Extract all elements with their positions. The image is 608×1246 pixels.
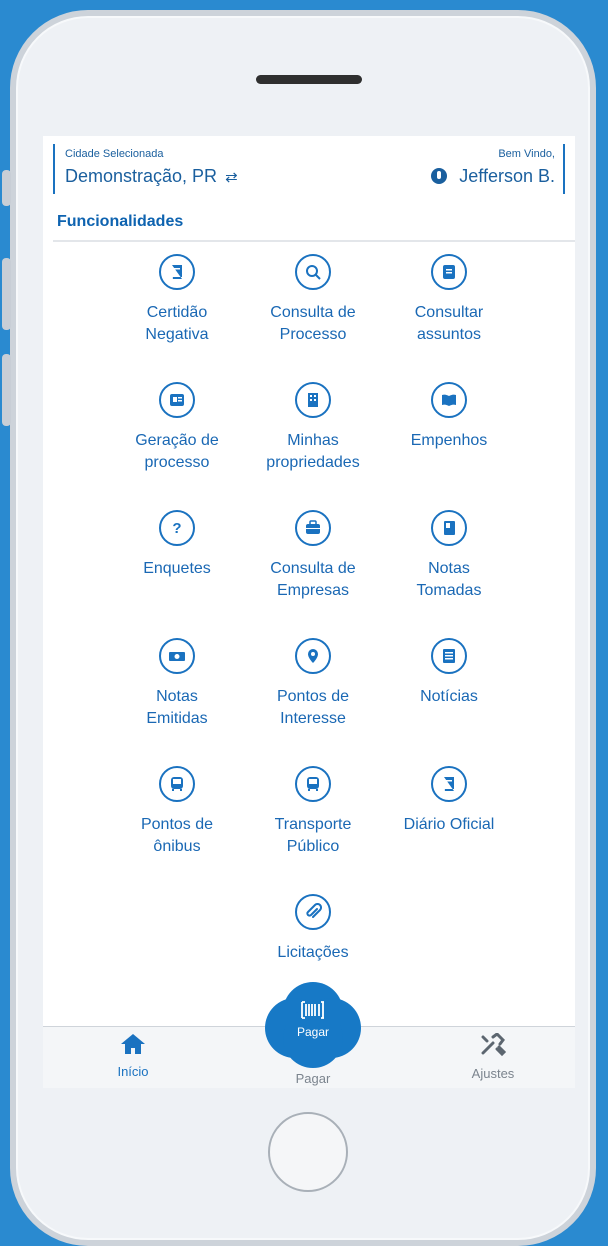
feature-consultar-assuntos[interactable]: Consultar assuntos xyxy=(381,254,517,346)
book-icon xyxy=(159,254,195,290)
feature-notas-tomadas[interactable]: Notas Tomadas xyxy=(381,510,517,602)
feature-label: Minhas propriedades xyxy=(266,432,360,471)
city-selector[interactable]: Cidade Selecionada Demonstração, PR ⇄ xyxy=(53,144,238,194)
briefcase-icon xyxy=(295,510,331,546)
feature-label: Notícias xyxy=(420,688,478,705)
nav-settings[interactable]: Ajustes xyxy=(433,1032,553,1081)
feature-diario-oficial[interactable]: Diário Oficial xyxy=(381,766,517,836)
feature-enquetes[interactable]: ? Enquetes xyxy=(109,510,245,580)
paperclip-icon xyxy=(295,894,331,930)
money-icon xyxy=(159,638,195,674)
feature-noticias[interactable]: Notícias xyxy=(381,638,517,708)
app-screen: Cidade Selecionada Demonstração, PR ⇄ Bem… xyxy=(43,136,575,1088)
user-name: Jefferson B. xyxy=(459,166,555,186)
bus-icon xyxy=(159,766,195,802)
nav-settings-label: Ajustes xyxy=(471,1066,515,1081)
phone-side-button xyxy=(2,170,11,206)
feature-notas-emitidas[interactable]: Notas Emitidas xyxy=(109,638,245,730)
feature-label: Pontos de Interesse xyxy=(276,688,350,727)
svg-text:?: ? xyxy=(172,520,181,537)
header: Cidade Selecionada Demonstração, PR ⇄ Bem… xyxy=(53,144,565,196)
map-pin-icon xyxy=(295,638,331,674)
feature-label: Notas Tomadas xyxy=(416,560,482,599)
notebook-icon xyxy=(431,510,467,546)
feature-label: Licitações xyxy=(277,944,349,961)
feature-minhas-propriedades[interactable]: Minhas propriedades xyxy=(245,382,381,474)
pay-button[interactable]: Pagar xyxy=(265,982,361,1068)
user-greeting[interactable]: Bem Vindo, Jefferson B. xyxy=(431,144,565,194)
feature-empenhos[interactable]: Empenhos xyxy=(381,382,517,452)
book-icon xyxy=(431,766,467,802)
home-icon xyxy=(121,1034,145,1054)
book-open-icon xyxy=(431,382,467,418)
search-icon xyxy=(295,254,331,290)
news-icon xyxy=(431,638,467,674)
feature-label: Pontos de ônibus xyxy=(140,816,214,855)
feature-label: Transporte Público xyxy=(274,816,352,855)
feature-licitacoes[interactable]: Licitações xyxy=(245,894,381,964)
phone-volume-up xyxy=(2,258,11,330)
nav-pay-label: Pagar xyxy=(295,1071,331,1086)
feature-label: Certidão Negativa xyxy=(145,304,209,343)
feature-consulta-processo[interactable]: Consulta de Processo xyxy=(245,254,381,346)
feature-label: Empenhos xyxy=(410,432,488,449)
feature-geracao-processo[interactable]: Geração de processo xyxy=(109,382,245,474)
feature-label: Geração de processo xyxy=(135,432,219,471)
question-icon: ? xyxy=(159,510,195,546)
user-icon xyxy=(431,168,448,184)
building-icon xyxy=(295,382,331,418)
phone-home-button[interactable] xyxy=(268,1112,348,1192)
barcode-icon xyxy=(301,1001,324,1019)
city-value: Demonstração, PR xyxy=(65,166,218,186)
feature-label: Consulta de Empresas xyxy=(270,560,356,599)
document-icon xyxy=(431,254,467,290)
nav-home[interactable]: Início xyxy=(73,1033,193,1079)
section-title: Funcionalidades xyxy=(57,213,184,230)
nav-home-label: Início xyxy=(117,1064,149,1079)
feature-label: Enquetes xyxy=(143,560,211,577)
divider xyxy=(53,240,575,242)
city-label: Cidade Selecionada xyxy=(65,148,164,160)
feature-label: Notas Emitidas xyxy=(146,688,208,727)
feature-transporte-publico[interactable]: Transporte Público xyxy=(245,766,381,858)
swap-icon[interactable]: ⇄ xyxy=(225,169,238,186)
newspaper-icon xyxy=(159,382,195,418)
feature-label: Consultar assuntos xyxy=(414,304,484,343)
phone-volume-down xyxy=(2,354,11,426)
bus-icon xyxy=(295,766,331,802)
feature-label: Diário Oficial xyxy=(403,816,495,833)
welcome-label: Bem Vindo, xyxy=(498,148,555,160)
pay-bubble-label: Pagar xyxy=(296,1025,330,1039)
feature-consulta-empresas[interactable]: Consulta de Empresas xyxy=(245,510,381,602)
phone-speaker xyxy=(256,75,362,84)
feature-label: Consulta de Processo xyxy=(270,304,356,343)
feature-pontos-interesse[interactable]: Pontos de Interesse xyxy=(245,638,381,730)
feature-pontos-onibus[interactable]: Pontos de ônibus xyxy=(109,766,245,858)
tools-icon xyxy=(481,1032,507,1057)
feature-certidao-negativa[interactable]: Certidão Negativa xyxy=(109,254,245,346)
